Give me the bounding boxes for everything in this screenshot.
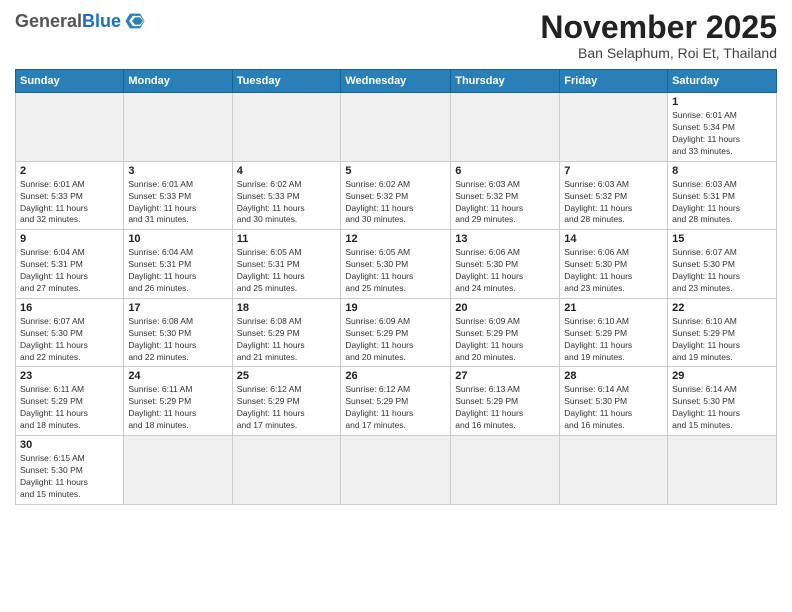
weekday-wednesday: Wednesday [341, 70, 451, 93]
day-info: Sunrise: 6:03 AM Sunset: 5:32 PM Dayligh… [564, 179, 663, 227]
day-number: 27 [455, 370, 555, 382]
day-info: Sunrise: 6:09 AM Sunset: 5:29 PM Dayligh… [455, 316, 555, 364]
day-number: 14 [564, 233, 663, 245]
day-info: Sunrise: 6:04 AM Sunset: 5:31 PM Dayligh… [20, 247, 119, 295]
day-number: 8 [672, 165, 772, 177]
day-number: 29 [672, 370, 772, 382]
day-info: Sunrise: 6:12 AM Sunset: 5:29 PM Dayligh… [237, 384, 337, 432]
day-info: Sunrise: 6:04 AM Sunset: 5:31 PM Dayligh… [128, 247, 227, 295]
day-number: 4 [237, 165, 337, 177]
weekday-sunday: Sunday [16, 70, 124, 93]
day-number: 23 [20, 370, 119, 382]
day-number: 28 [564, 370, 663, 382]
weekday-thursday: Thursday [451, 70, 560, 93]
title-area: November 2025 Ban Selaphum, Roi Et, Thai… [540, 10, 777, 61]
weekday-saturday: Saturday [668, 70, 777, 93]
weekday-monday: Monday [124, 70, 232, 93]
day-info: Sunrise: 6:09 AM Sunset: 5:29 PM Dayligh… [345, 316, 446, 364]
day-info: Sunrise: 6:08 AM Sunset: 5:29 PM Dayligh… [237, 316, 337, 364]
month-title: November 2025 [540, 10, 777, 45]
day-info: Sunrise: 6:12 AM Sunset: 5:29 PM Dayligh… [345, 384, 446, 432]
day-number: 9 [20, 233, 119, 245]
subtitle: Ban Selaphum, Roi Et, Thailand [540, 45, 777, 61]
day-number: 21 [564, 302, 663, 314]
day-number: 13 [455, 233, 555, 245]
day-number: 18 [237, 302, 337, 314]
day-number: 7 [564, 165, 663, 177]
day-info: Sunrise: 6:05 AM Sunset: 5:30 PM Dayligh… [345, 247, 446, 295]
day-info: Sunrise: 6:07 AM Sunset: 5:30 PM Dayligh… [672, 247, 772, 295]
day-info: Sunrise: 6:14 AM Sunset: 5:30 PM Dayligh… [564, 384, 663, 432]
day-info: Sunrise: 6:15 AM Sunset: 5:30 PM Dayligh… [20, 453, 119, 501]
weekday-tuesday: Tuesday [232, 70, 341, 93]
day-info: Sunrise: 6:01 AM Sunset: 5:33 PM Dayligh… [20, 179, 119, 227]
day-number: 30 [20, 439, 119, 451]
day-info: Sunrise: 6:10 AM Sunset: 5:29 PM Dayligh… [564, 316, 663, 364]
day-number: 6 [455, 165, 555, 177]
day-number: 11 [237, 233, 337, 245]
day-info: Sunrise: 6:06 AM Sunset: 5:30 PM Dayligh… [564, 247, 663, 295]
day-number: 15 [672, 233, 772, 245]
logo: GeneralBlue [15, 10, 146, 32]
day-info: Sunrise: 6:01 AM Sunset: 5:33 PM Dayligh… [128, 179, 227, 227]
day-info: Sunrise: 6:02 AM Sunset: 5:33 PM Dayligh… [237, 179, 337, 227]
day-info: Sunrise: 6:11 AM Sunset: 5:29 PM Dayligh… [20, 384, 119, 432]
day-number: 19 [345, 302, 446, 314]
logo-general: General [15, 12, 82, 30]
day-info: Sunrise: 6:05 AM Sunset: 5:31 PM Dayligh… [237, 247, 337, 295]
day-number: 10 [128, 233, 227, 245]
day-info: Sunrise: 6:03 AM Sunset: 5:32 PM Dayligh… [455, 179, 555, 227]
day-info: Sunrise: 6:10 AM Sunset: 5:29 PM Dayligh… [672, 316, 772, 364]
day-number: 1 [672, 96, 772, 108]
calendar: Sunday Monday Tuesday Wednesday Thursday… [15, 69, 777, 504]
day-number: 16 [20, 302, 119, 314]
day-number: 25 [237, 370, 337, 382]
day-info: Sunrise: 6:13 AM Sunset: 5:29 PM Dayligh… [455, 384, 555, 432]
day-number: 24 [128, 370, 227, 382]
day-number: 26 [345, 370, 446, 382]
weekday-friday: Friday [560, 70, 668, 93]
day-info: Sunrise: 6:11 AM Sunset: 5:29 PM Dayligh… [128, 384, 227, 432]
day-number: 20 [455, 302, 555, 314]
day-number: 2 [20, 165, 119, 177]
day-number: 22 [672, 302, 772, 314]
day-number: 12 [345, 233, 446, 245]
page: GeneralBlue November 2025 Ban Selaphum, … [0, 0, 792, 612]
day-info: Sunrise: 6:14 AM Sunset: 5:30 PM Dayligh… [672, 384, 772, 432]
header: GeneralBlue November 2025 Ban Selaphum, … [15, 10, 777, 61]
day-info: Sunrise: 6:03 AM Sunset: 5:31 PM Dayligh… [672, 179, 772, 227]
day-info: Sunrise: 6:08 AM Sunset: 5:30 PM Dayligh… [128, 316, 227, 364]
day-number: 17 [128, 302, 227, 314]
day-number: 3 [128, 165, 227, 177]
day-number: 5 [345, 165, 446, 177]
day-info: Sunrise: 6:01 AM Sunset: 5:34 PM Dayligh… [672, 110, 772, 158]
logo-blue: Blue [82, 12, 121, 30]
day-info: Sunrise: 6:07 AM Sunset: 5:30 PM Dayligh… [20, 316, 119, 364]
day-info: Sunrise: 6:06 AM Sunset: 5:30 PM Dayligh… [455, 247, 555, 295]
day-info: Sunrise: 6:02 AM Sunset: 5:32 PM Dayligh… [345, 179, 446, 227]
logo-icon [124, 10, 146, 32]
